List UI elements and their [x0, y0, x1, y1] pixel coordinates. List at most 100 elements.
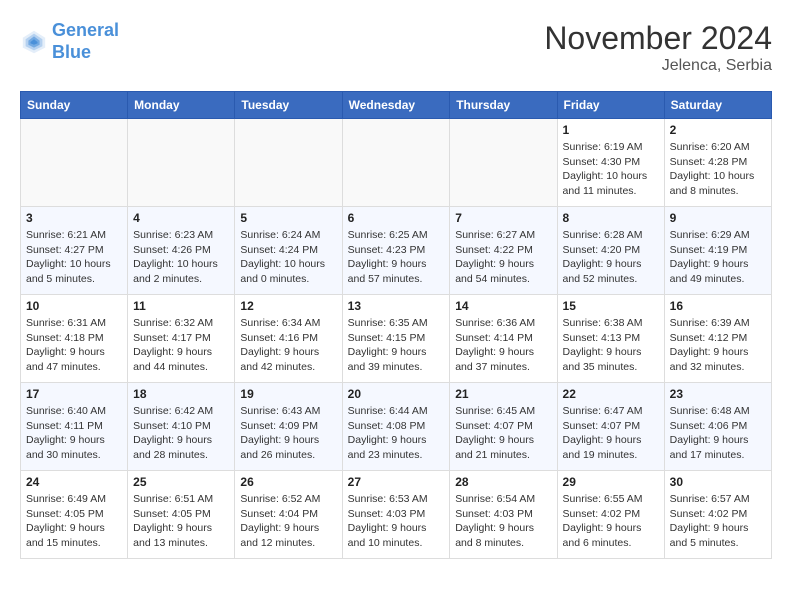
month-title: November 2024 [544, 20, 772, 57]
day-info: Sunrise: 6:48 AM Sunset: 4:06 PM Dayligh… [670, 404, 766, 463]
day-info: Sunrise: 6:52 AM Sunset: 4:04 PM Dayligh… [240, 492, 336, 551]
day-info: Sunrise: 6:28 AM Sunset: 4:20 PM Dayligh… [563, 228, 659, 287]
calendar-cell [235, 119, 342, 207]
calendar-cell: 23Sunrise: 6:48 AM Sunset: 4:06 PM Dayli… [664, 383, 771, 471]
day-number: 24 [26, 475, 122, 489]
day-number: 16 [670, 299, 766, 313]
calendar-cell: 16 Sunrise: 6:39 AM Sunset: 4:12 PM Dayli… [664, 295, 771, 383]
day-number: 3 [26, 211, 122, 225]
weekday-header-monday: Monday [128, 92, 235, 119]
day-info: Sunrise: 6:53 AM Sunset: 4:03 PM Dayligh… [348, 492, 445, 551]
calendar-cell [450, 119, 557, 207]
calendar-cell: 4 Sunrise: 6:23 AM Sunset: 4:26 PM Daylig… [128, 207, 235, 295]
day-number: 15 [563, 299, 659, 313]
day-info: Sunrise: 6:25 AM Sunset: 4:23 PM Dayligh… [348, 228, 445, 287]
day-number: 25 [133, 475, 229, 489]
calendar-cell: 17 Sunrise: 6:40 AM Sunset: 4:11 PM Dayli… [21, 383, 128, 471]
day-info: Sunrise: 6:24 AM Sunset: 4:24 PM Dayligh… [240, 228, 336, 287]
day-number: 1 [563, 123, 659, 137]
calendar-cell: 2Sunrise: 6:20 AM Sunset: 4:28 PM Daylig… [664, 119, 771, 207]
calendar-week-5: 24 Sunrise: 6:49 AM Sunset: 4:05 PM Dayli… [21, 471, 772, 559]
weekday-header-sunday: Sunday [21, 92, 128, 119]
location: Jelenca, Serbia [544, 57, 772, 75]
day-number: 12 [240, 299, 336, 313]
calendar-cell: 7 Sunrise: 6:27 AM Sunset: 4:22 PM Daylig… [450, 207, 557, 295]
day-info: Sunrise: 6:42 AM Sunset: 4:10 PM Dayligh… [133, 404, 229, 463]
weekday-header-friday: Friday [557, 92, 664, 119]
weekday-header-tuesday: Tuesday [235, 92, 342, 119]
day-number: 5 [240, 211, 336, 225]
calendar-table: SundayMondayTuesdayWednesdayThursdayFrid… [20, 91, 772, 559]
calendar-cell: 29 Sunrise: 6:55 AM Sunset: 4:02 PM Dayli… [557, 471, 664, 559]
day-number: 2 [670, 123, 766, 137]
day-info: Sunrise: 6:39 AM Sunset: 4:12 PM Dayligh… [670, 316, 766, 375]
day-number: 9 [670, 211, 766, 225]
weekday-header-thursday: Thursday [450, 92, 557, 119]
calendar-cell [342, 119, 450, 207]
calendar-cell: 12 Sunrise: 6:34 AM Sunset: 4:16 PM Dayli… [235, 295, 342, 383]
day-number: 14 [455, 299, 551, 313]
day-number: 11 [133, 299, 229, 313]
calendar-week-1: 1 Sunrise: 6:19 AM Sunset: 4:30 PM Daylig… [21, 119, 772, 207]
calendar-week-2: 3 Sunrise: 6:21 AM Sunset: 4:27 PM Daylig… [21, 207, 772, 295]
calendar-cell: 9Sunrise: 6:29 AM Sunset: 4:19 PM Daylig… [664, 207, 771, 295]
day-number: 10 [26, 299, 122, 313]
calendar-cell: 20 Sunrise: 6:44 AM Sunset: 4:08 PM Dayli… [342, 383, 450, 471]
day-info: Sunrise: 6:40 AM Sunset: 4:11 PM Dayligh… [26, 404, 122, 463]
calendar-cell [128, 119, 235, 207]
day-info: Sunrise: 6:44 AM Sunset: 4:08 PM Dayligh… [348, 404, 445, 463]
weekday-header-saturday: Saturday [664, 92, 771, 119]
calendar-cell: 19 Sunrise: 6:43 AM Sunset: 4:09 PM Dayli… [235, 383, 342, 471]
calendar-cell: 8 Sunrise: 6:28 AM Sunset: 4:20 PM Daylig… [557, 207, 664, 295]
day-info: Sunrise: 6:32 AM Sunset: 4:17 PM Dayligh… [133, 316, 229, 375]
day-number: 4 [133, 211, 229, 225]
day-info: Sunrise: 6:31 AM Sunset: 4:18 PM Dayligh… [26, 316, 122, 375]
calendar-cell: 22 Sunrise: 6:47 AM Sunset: 4:07 PM Dayli… [557, 383, 664, 471]
calendar-week-4: 17 Sunrise: 6:40 AM Sunset: 4:11 PM Dayli… [21, 383, 772, 471]
day-number: 28 [455, 475, 551, 489]
calendar-cell: 28Sunrise: 6:54 AM Sunset: 4:03 PM Dayli… [450, 471, 557, 559]
day-info: Sunrise: 6:35 AM Sunset: 4:15 PM Dayligh… [348, 316, 445, 375]
day-info: Sunrise: 6:27 AM Sunset: 4:22 PM Dayligh… [455, 228, 551, 287]
day-info: Sunrise: 6:36 AM Sunset: 4:14 PM Dayligh… [455, 316, 551, 375]
day-number: 17 [26, 387, 122, 401]
day-number: 13 [348, 299, 445, 313]
day-number: 6 [348, 211, 445, 225]
day-number: 27 [348, 475, 445, 489]
calendar-cell: 24 Sunrise: 6:49 AM Sunset: 4:05 PM Dayli… [21, 471, 128, 559]
day-number: 18 [133, 387, 229, 401]
calendar-cell: 27 Sunrise: 6:53 AM Sunset: 4:03 PM Dayli… [342, 471, 450, 559]
calendar-cell: 11 Sunrise: 6:32 AM Sunset: 4:17 PM Dayli… [128, 295, 235, 383]
day-info: Sunrise: 6:23 AM Sunset: 4:26 PM Dayligh… [133, 228, 229, 287]
day-number: 21 [455, 387, 551, 401]
day-info: Sunrise: 6:43 AM Sunset: 4:09 PM Dayligh… [240, 404, 336, 463]
calendar-cell: 15 Sunrise: 6:38 AM Sunset: 4:13 PM Dayli… [557, 295, 664, 383]
day-number: 26 [240, 475, 336, 489]
day-info: Sunrise: 6:21 AM Sunset: 4:27 PM Dayligh… [26, 228, 122, 287]
day-info: Sunrise: 6:38 AM Sunset: 4:13 PM Dayligh… [563, 316, 659, 375]
day-number: 8 [563, 211, 659, 225]
day-info: Sunrise: 6:34 AM Sunset: 4:16 PM Dayligh… [240, 316, 336, 375]
calendar-cell: 3 Sunrise: 6:21 AM Sunset: 4:27 PM Daylig… [21, 207, 128, 295]
day-number: 20 [348, 387, 445, 401]
logo: General Blue [20, 20, 119, 63]
day-number: 29 [563, 475, 659, 489]
day-number: 19 [240, 387, 336, 401]
weekday-header-wednesday: Wednesday [342, 92, 450, 119]
day-info: Sunrise: 6:47 AM Sunset: 4:07 PM Dayligh… [563, 404, 659, 463]
logo-text: General Blue [52, 20, 119, 63]
logo-icon [20, 28, 48, 56]
day-info: Sunrise: 6:49 AM Sunset: 4:05 PM Dayligh… [26, 492, 122, 551]
day-info: Sunrise: 6:55 AM Sunset: 4:02 PM Dayligh… [563, 492, 659, 551]
calendar-cell: 18 Sunrise: 6:42 AM Sunset: 4:10 PM Dayli… [128, 383, 235, 471]
day-info: Sunrise: 6:51 AM Sunset: 4:05 PM Dayligh… [133, 492, 229, 551]
day-number: 22 [563, 387, 659, 401]
weekday-header-row: SundayMondayTuesdayWednesdayThursdayFrid… [21, 92, 772, 119]
page-header: General Blue November 2024 Jelenca, Serb… [20, 20, 772, 75]
calendar-cell: 10 Sunrise: 6:31 AM Sunset: 4:18 PM Dayli… [21, 295, 128, 383]
title-block: November 2024 Jelenca, Serbia [544, 20, 772, 75]
calendar-cell: 21Sunrise: 6:45 AM Sunset: 4:07 PM Dayli… [450, 383, 557, 471]
calendar-cell: 14 Sunrise: 6:36 AM Sunset: 4:14 PM Dayli… [450, 295, 557, 383]
day-number: 7 [455, 211, 551, 225]
day-info: Sunrise: 6:19 AM Sunset: 4:30 PM Dayligh… [563, 140, 659, 199]
